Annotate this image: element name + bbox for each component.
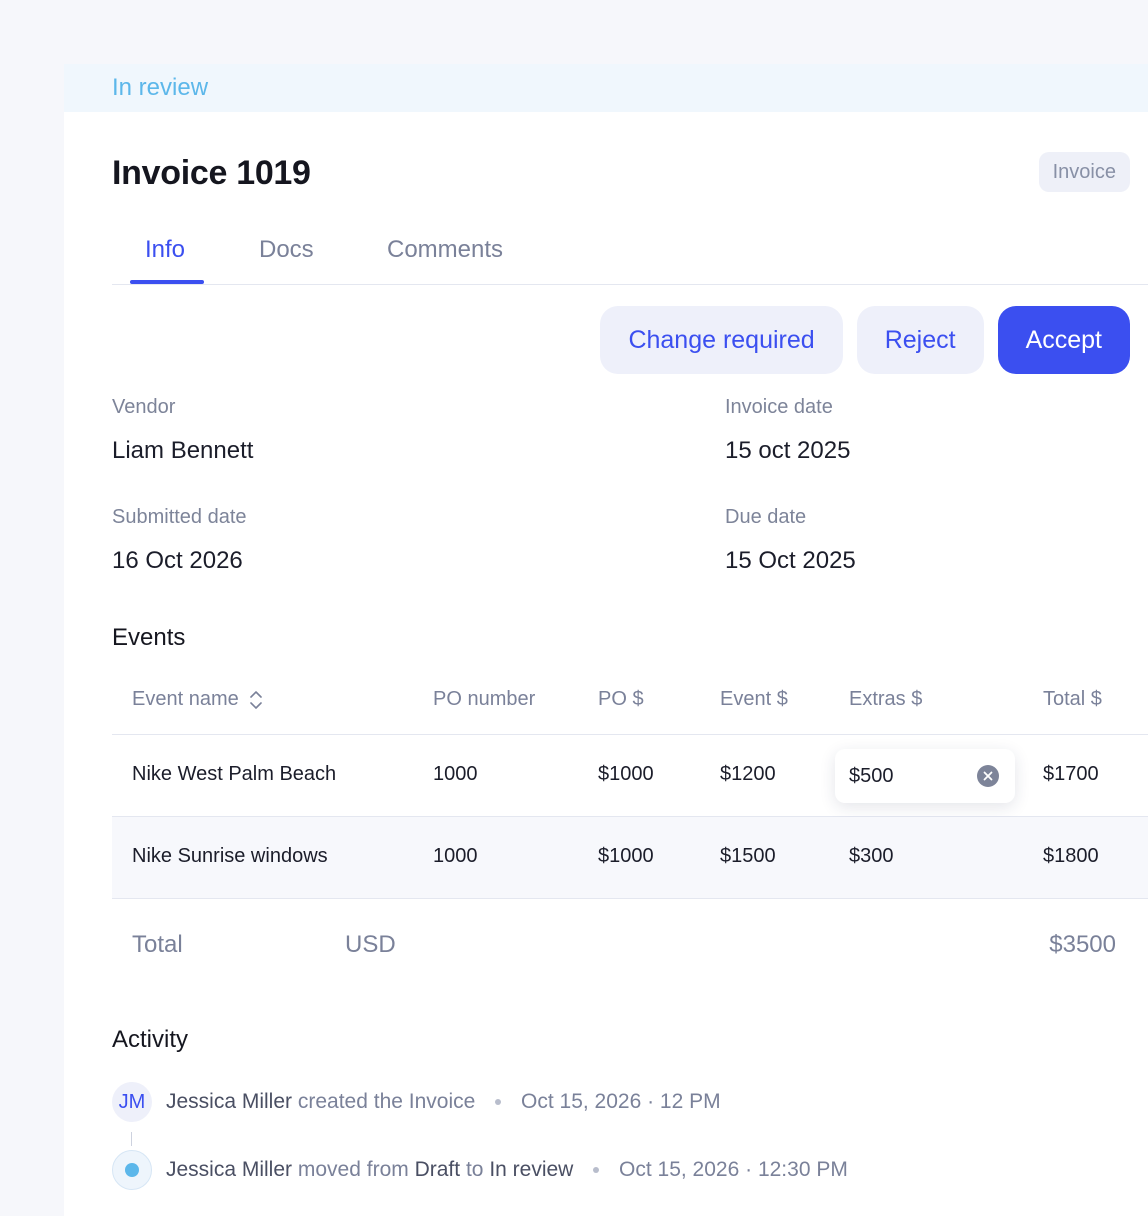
po-number-cell: 1000: [433, 763, 478, 785]
activity-time: Oct 15, 2026 · 12:30 PM: [619, 1158, 848, 1181]
table-header: Event name PO number PO $ Event $ Extras…: [112, 672, 1148, 735]
total-amount-cell: $1700: [1043, 763, 1099, 785]
submitted-date-label: Submitted date: [112, 506, 247, 528]
activity-time: Oct 15, 2026 · 12 PM: [521, 1090, 721, 1113]
activity-item: Jessica Miller moved from Draft to In re…: [112, 1150, 848, 1190]
vendor-field: Vendor Liam Bennett: [112, 396, 253, 465]
activity-text: Jessica Miller moved from Draft to In re…: [166, 1158, 848, 1182]
sort-icon[interactable]: [249, 690, 263, 710]
vendor-value: Liam Bennett: [112, 437, 254, 464]
column-header-po-number: PO number: [433, 688, 536, 710]
status-strip: In review: [64, 64, 1148, 112]
invoice-date-field: Invoice date 15 oct 2025: [725, 396, 850, 465]
table-row[interactable]: Nike West Palm Beach 1000 $1000 $1200 $1…: [112, 735, 1148, 817]
timeline-connector: [131, 1132, 132, 1146]
activity-description: moved from: [297, 1158, 409, 1181]
activity-actor: Jessica Miller: [166, 1090, 293, 1113]
submitted-date-field: Submitted date 16 Oct 2026: [112, 506, 247, 575]
activity-item: JM Jessica Miller created the Invoice Oc…: [112, 1082, 721, 1122]
status-dot: [125, 1163, 139, 1177]
tab-comments[interactable]: Comments: [387, 236, 503, 264]
avatar: JM: [112, 1082, 152, 1122]
invoice-date-label: Invoice date: [725, 396, 833, 418]
column-header-event-name[interactable]: Event name: [132, 688, 263, 711]
submitted-date-value: 16 Oct 2026: [112, 547, 243, 574]
active-tab-indicator: [130, 280, 204, 284]
event-amount-cell: $1500: [720, 845, 776, 867]
total-amount-cell: $1800: [1043, 845, 1099, 867]
column-header-event: Event $: [720, 688, 788, 710]
column-header-po: PO $: [598, 688, 644, 710]
vendor-label: Vendor: [112, 396, 176, 418]
extras-edit-cell: [835, 749, 1015, 803]
tab-info[interactable]: Info: [145, 236, 185, 264]
event-name-cell: Nike West Palm Beach: [132, 763, 337, 785]
event-name-cell: Nike Sunrise windows: [132, 845, 328, 867]
activity-to-status: In review: [489, 1158, 574, 1181]
action-buttons: Change required Reject Accept: [600, 306, 1130, 374]
po-number-cell: 1000: [433, 845, 478, 867]
invoice-date-value: 15 oct 2025: [725, 437, 851, 464]
tab-bar: Info Docs Comments: [112, 224, 1148, 285]
change-required-button[interactable]: Change required: [600, 306, 843, 374]
separator-dot: [593, 1167, 600, 1174]
po-amount-cell: $1000: [598, 763, 654, 785]
tab-docs[interactable]: Docs: [259, 236, 314, 264]
due-date-value: 15 Oct 2025: [725, 547, 856, 574]
invoice-content: Invoice 1019 Invoice Info Docs Comments …: [112, 112, 1148, 1216]
due-date-label: Due date: [725, 506, 807, 528]
extras-input[interactable]: [849, 764, 969, 788]
title-row: Invoice 1019 Invoice: [112, 152, 1130, 194]
event-amount-cell: $1200: [720, 763, 776, 785]
extras-amount-cell: $300: [849, 845, 894, 867]
column-header-total: Total $: [1043, 688, 1102, 710]
total-currency: USD: [345, 931, 396, 958]
total-row: Total USD $3500: [112, 899, 1148, 991]
reject-button[interactable]: Reject: [856, 306, 984, 374]
activity-from-status: Draft: [414, 1158, 461, 1181]
due-date-field: Due date 15 Oct 2025: [725, 506, 856, 575]
grand-total: $3500: [1049, 931, 1116, 958]
status-label: In review: [112, 74, 209, 101]
column-header-label: Event name: [132, 688, 239, 710]
status-change-icon: [112, 1150, 152, 1190]
activity-description: to: [465, 1158, 484, 1181]
activity-text: Jessica Miller created the Invoice Oct 1…: [166, 1090, 721, 1114]
activity-title: Activity: [112, 1026, 189, 1053]
separator-dot: [495, 1099, 502, 1106]
activity-description: created the Invoice: [297, 1090, 476, 1113]
table-row[interactable]: Nike Sunrise windows 1000 $1000 $1500 $3…: [112, 817, 1148, 899]
invoice-panel: In review Invoice 1019 Invoice Info Docs…: [64, 64, 1148, 1216]
activity-actor: Jessica Miller: [166, 1158, 293, 1181]
accept-button[interactable]: Accept: [997, 306, 1130, 374]
total-label: Total: [132, 931, 183, 958]
clear-icon[interactable]: [977, 765, 999, 787]
events-title: Events: [112, 624, 186, 651]
column-header-extras: Extras $: [849, 688, 923, 710]
type-badge: Invoice: [1038, 152, 1130, 192]
po-amount-cell: $1000: [598, 845, 654, 867]
page-title: Invoice 1019: [112, 154, 311, 192]
events-table: Event name PO number PO $ Event $ Extras…: [112, 672, 1148, 991]
